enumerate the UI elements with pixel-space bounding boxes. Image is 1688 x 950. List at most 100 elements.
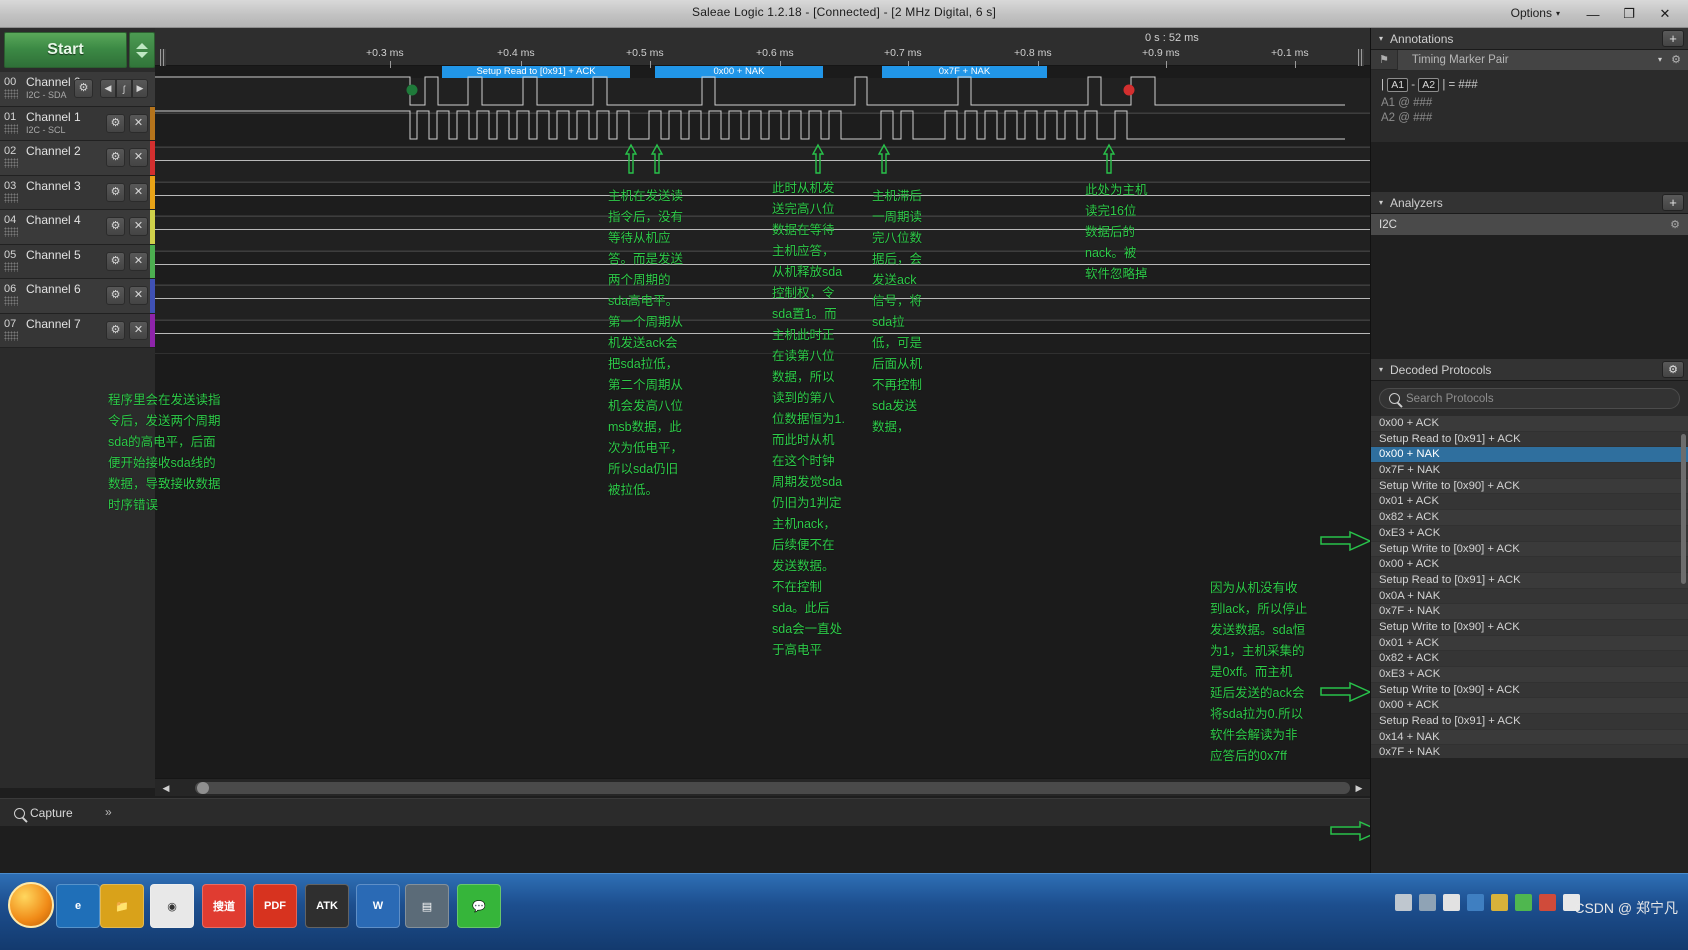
- analyzer-list[interactable]: I2C ⚙: [1371, 214, 1688, 359]
- waveform-area[interactable]: 0 s : 52 ms +0.3 ms +0.4 ms +0.5 ms +0.6 ms…: [155, 28, 1370, 788]
- channel-hide-close-icon[interactable]: ✕: [129, 251, 148, 271]
- channel-hide-close-icon[interactable]: ✕: [129, 182, 148, 202]
- protocol-list-item[interactable]: 0x00 + ACK: [1371, 698, 1688, 715]
- drag-handle-icon[interactable]: [4, 89, 18, 99]
- tray-icon-5[interactable]: [1491, 894, 1508, 911]
- tray-icon-2[interactable]: [1419, 894, 1436, 911]
- protocol-list-item[interactable]: 0x7F + NAK: [1371, 463, 1688, 479]
- taskbar-wps-writer[interactable]: W: [356, 884, 400, 928]
- channel-settings-gear-icon[interactable]: ⚙: [106, 320, 125, 340]
- channel-hide-close-icon[interactable]: ✕: [129, 217, 148, 236]
- trigger-controls[interactable]: ◀ ʃ ▶: [100, 79, 148, 98]
- drag-handle-icon[interactable]: [4, 330, 18, 341]
- protocol-list-item[interactable]: 0x82 + ACK: [1371, 510, 1688, 526]
- protocol-list-item[interactable]: 0x14 + NAK: [1371, 729, 1688, 746]
- protocol-list-item[interactable]: 0x01 + ACK: [1371, 635, 1688, 652]
- collapse-caret-icon[interactable]: ▾: [1379, 365, 1383, 374]
- waveform-track-07[interactable]: [155, 319, 1370, 354]
- channel-hide-close-icon[interactable]: ✕: [129, 320, 148, 340]
- protocol-list-item[interactable]: 0x00 + ACK: [1371, 416, 1688, 432]
- taskbar-internet-explorer[interactable]: e: [56, 884, 100, 928]
- channel-settings-gear-icon[interactable]: ⚙: [106, 148, 125, 167]
- channel-row-01[interactable]: 01 Channel 1 I2C - SCL ⚙ ✕: [0, 106, 155, 141]
- protocol-list-item[interactable]: 0x7F + NAK: [1371, 604, 1688, 620]
- scroll-left-icon[interactable]: ◀: [159, 781, 173, 795]
- decoded-protocols-list[interactable]: 0x00 + ACK Setup Read to [0x91] + ACK 0x00…: [1371, 416, 1688, 758]
- collapse-caret-icon[interactable]: ▾: [1379, 198, 1383, 207]
- taskbar-saleae-logic[interactable]: ▤: [405, 884, 449, 928]
- drag-handle-icon[interactable]: [4, 192, 18, 203]
- drag-handle-icon[interactable]: [4, 227, 18, 237]
- protocol-list-item[interactable]: 0x7F + NAK: [1371, 745, 1688, 758]
- channel-settings-gear-icon[interactable]: ⚙: [106, 217, 125, 236]
- waveform-track-04[interactable]: [155, 216, 1370, 251]
- channel-row-00[interactable]: 00 Channel 0 I2C - SDA ⚙ ◀ ʃ ▶: [0, 72, 155, 107]
- decoded-protocols-panel-header[interactable]: ▾ Decoded Protocols ⚙: [1371, 359, 1688, 381]
- tray-icon-3[interactable]: [1443, 894, 1460, 911]
- channel-hide-close-icon[interactable]: ✕: [129, 113, 148, 133]
- gear-icon[interactable]: ⚙: [1670, 218, 1680, 231]
- channel-settings-gear-icon[interactable]: ⚙: [106, 251, 125, 271]
- taskbar-sogou-input[interactable]: 搜道: [202, 884, 246, 928]
- options-menu[interactable]: Options ▾: [1511, 6, 1560, 20]
- close-button[interactable]: ✕: [1648, 3, 1682, 25]
- protocol-list-item[interactable]: Setup Read to [0x91] + ACK: [1371, 431, 1688, 448]
- scroll-thumb[interactable]: [195, 782, 1350, 794]
- channel-row-02[interactable]: 02 Channel 2 ⚙ ✕: [0, 141, 155, 176]
- horizontal-scrollbar[interactable]: ◀ ▶: [155, 778, 1370, 796]
- protocol-list-item[interactable]: 0x82 + ACK: [1371, 651, 1688, 667]
- drag-handle-icon[interactable]: [4, 261, 18, 272]
- annotations-panel-header[interactable]: ▾ Annotations +: [1371, 28, 1688, 50]
- tray-icon-7[interactable]: [1539, 894, 1556, 911]
- protocol-list-item[interactable]: 0xE3 + ACK: [1371, 525, 1688, 542]
- tray-icon-4[interactable]: [1467, 894, 1484, 911]
- channel-row-07[interactable]: 07 Channel 7 ⚙ ✕: [0, 313, 155, 348]
- analyzers-panel-header[interactable]: ▾ Analyzers +: [1371, 192, 1688, 214]
- taskbar-google-chrome[interactable]: ◉: [150, 884, 194, 928]
- scroll-right-icon[interactable]: ▶: [1352, 781, 1366, 795]
- drag-handle-icon[interactable]: [4, 296, 18, 306]
- chevron-down-icon[interactable]: ▾: [1658, 55, 1662, 64]
- taskbar-wechat[interactable]: 💬: [457, 884, 501, 928]
- waveform-track-06[interactable]: [155, 285, 1370, 320]
- protocol-list-item[interactable]: 0x00 + NAK: [1371, 447, 1688, 464]
- taskbar-atk-xcom[interactable]: ATK: [305, 884, 349, 928]
- channel-hide-close-icon[interactable]: ✕: [129, 286, 148, 305]
- trigger-prev-icon[interactable]: ◀: [100, 79, 116, 98]
- protocol-list-item[interactable]: 0xE3 + ACK: [1371, 667, 1688, 683]
- channel-settings-gear-icon[interactable]: ⚙: [106, 286, 125, 305]
- protocol-list-item[interactable]: Setup Write to [0x90] + ACK: [1371, 541, 1688, 558]
- expand-chevron-icon[interactable]: »: [105, 805, 112, 819]
- protocol-list-item[interactable]: 0x00 + ACK: [1371, 557, 1688, 573]
- analyzer-item-i2c[interactable]: I2C ⚙: [1371, 214, 1688, 235]
- protocol-list-item[interactable]: Setup Write to [0x90] + ACK: [1371, 478, 1688, 495]
- timing-marker-pair-row[interactable]: ⚑ Timing Marker Pair ▾ ⚙: [1371, 49, 1688, 70]
- channel-row-04[interactable]: 04 Channel 4 ⚙ ✕: [0, 210, 155, 245]
- channel-row-06[interactable]: 06 Channel 6 ⚙ ✕: [0, 279, 155, 314]
- drag-handle-icon[interactable]: [4, 123, 18, 134]
- chevron-down-icon[interactable]: [136, 51, 148, 58]
- add-annotation-button[interactable]: +: [1662, 30, 1684, 47]
- add-analyzer-button[interactable]: +: [1662, 194, 1684, 211]
- channel-settings-gear-icon[interactable]: ⚙: [74, 79, 93, 98]
- channel-row-05[interactable]: 05 Channel 5 ⚙ ✕: [0, 244, 155, 279]
- taskbar-pdf-reader[interactable]: PDF: [253, 884, 297, 928]
- windows-start-orb[interactable]: [8, 882, 54, 928]
- tray-icon-6[interactable]: [1515, 894, 1532, 911]
- protocol-list-item[interactable]: Setup Write to [0x90] + ACK: [1371, 682, 1688, 699]
- start-button[interactable]: Start: [4, 32, 127, 68]
- channel-row-03[interactable]: 03 Channel 3 ⚙ ✕: [0, 175, 155, 210]
- drag-handle-icon[interactable]: [4, 158, 18, 168]
- trigger-edge-icon[interactable]: ʃ: [116, 79, 132, 98]
- protocol-list-item[interactable]: 0x01 + ACK: [1371, 494, 1688, 511]
- scroll-knob[interactable]: [197, 782, 209, 794]
- collapse-caret-icon[interactable]: ▾: [1379, 34, 1383, 43]
- tray-icon-1[interactable]: [1395, 894, 1412, 911]
- channel-settings-gear-icon[interactable]: ⚙: [106, 182, 125, 202]
- trigger-next-icon[interactable]: ▶: [132, 79, 148, 98]
- gear-icon[interactable]: ⚙: [1671, 53, 1681, 66]
- protocol-list-scrollbar[interactable]: [1681, 434, 1686, 584]
- minimize-button[interactable]: —: [1576, 3, 1610, 25]
- timing-marker-pair-label[interactable]: Timing Marker Pair: [1396, 49, 1688, 70]
- chevron-up-icon[interactable]: [136, 42, 148, 49]
